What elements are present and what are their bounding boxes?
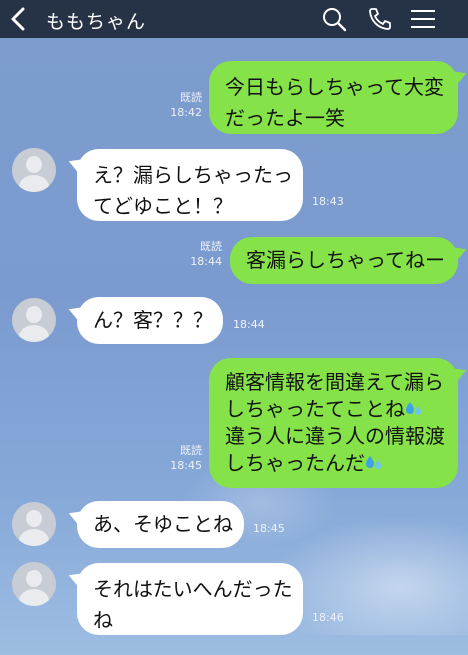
chevron-left-icon[interactable] xyxy=(6,6,32,32)
received-message-bubble[interactable]: あ、そゆことね xyxy=(77,501,244,548)
message-time: 18:46 xyxy=(312,611,344,624)
message-meta: 既読 18:44 xyxy=(170,239,222,269)
avatar[interactable] xyxy=(12,502,56,546)
read-receipt: 既読 xyxy=(180,91,202,104)
phone-icon[interactable] xyxy=(367,6,393,32)
message-text: あ、そゆことね xyxy=(93,512,233,536)
message-text: ん？客？？？ xyxy=(93,308,213,332)
message-meta: 既読 18:42 xyxy=(150,90,202,120)
contact-name[interactable]: ももちゃん xyxy=(46,7,146,34)
message-text: 客漏らしちゃってねー xyxy=(246,248,445,272)
message-text: 今日もらしちゃって大変 xyxy=(225,75,444,99)
avatar[interactable] xyxy=(12,148,56,192)
message-time: 18:45 xyxy=(170,459,202,472)
message-text: 顧客情報を間違えて漏ら xyxy=(225,370,444,394)
message-meta: 既読 18:45 xyxy=(150,443,202,473)
message-text: ね xyxy=(93,608,113,632)
sent-message-bubble[interactable]: 顧客情報を間違えて漏ら しちゃったてことね 違う人に違う人の情報渡 しちゃったん… xyxy=(209,358,458,488)
message-text: だったよ一笑 xyxy=(225,106,345,130)
message-text: しちゃったてことね xyxy=(225,397,405,421)
chat-header: ももちゃん xyxy=(0,0,468,38)
message-text: それはたいへんだった xyxy=(93,577,293,601)
message-time: 18:44 xyxy=(233,318,265,331)
received-message-bubble[interactable]: え？漏らしちゃったっ てどゆこと！？ xyxy=(77,149,303,221)
read-receipt: 既読 xyxy=(200,240,222,253)
message-text: てどゆこと！？ xyxy=(93,194,233,218)
received-message-bubble[interactable]: それはたいへんだった ね xyxy=(77,563,303,635)
sweat-drops-icon xyxy=(366,456,381,469)
sent-message-bubble[interactable]: 今日もらしちゃって大変 だったよ一笑 xyxy=(209,61,458,134)
message-time: 18:44 xyxy=(190,255,222,268)
message-text: しちゃったんだ xyxy=(225,451,365,475)
message-time: 18:42 xyxy=(170,106,202,119)
sweat-drops-icon xyxy=(406,402,421,415)
message-time: 18:43 xyxy=(312,195,344,208)
message-text: え？漏らしちゃったっ xyxy=(93,163,293,187)
sent-message-bubble[interactable]: 客漏らしちゃってねー xyxy=(230,237,458,284)
avatar[interactable] xyxy=(12,298,56,342)
menu-icon[interactable] xyxy=(410,6,436,32)
read-receipt: 既読 xyxy=(180,444,202,457)
search-icon[interactable] xyxy=(321,6,347,32)
received-message-bubble[interactable]: ん？客？？？ xyxy=(77,297,223,344)
avatar[interactable] xyxy=(12,562,56,606)
message-text: 違う人に違う人の情報渡 xyxy=(225,424,445,448)
message-time: 18:45 xyxy=(253,522,285,535)
